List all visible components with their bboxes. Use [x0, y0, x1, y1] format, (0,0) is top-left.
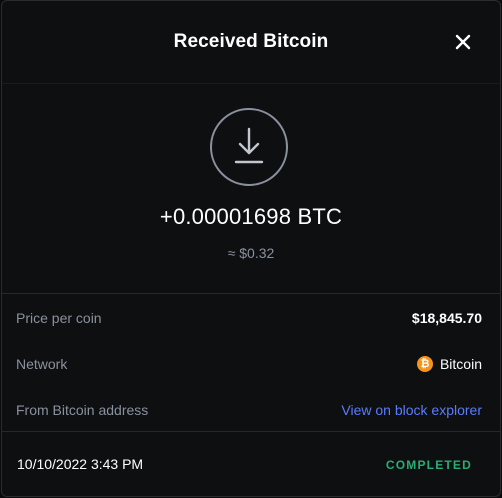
download-icon [210, 108, 288, 186]
footer-divider [2, 431, 500, 432]
modal-title: Received Bitcoin [173, 31, 329, 52]
network-value: Bitcoin [439, 356, 482, 372]
fiat-value: ≈ $0.32 [227, 245, 275, 261]
transaction-datetime: 10/10/2022 3:43 PM [17, 456, 144, 472]
transaction-summary: +0.00001698 BTC ≈ $0.32 [2, 83, 500, 293]
crypto-amount: +0.00001698 BTC [159, 204, 343, 229]
from-address-label: From Bitcoin address [16, 402, 149, 418]
bitcoin-icon: ₿ [416, 356, 433, 372]
summary-divider [2, 293, 500, 294]
transaction-detail-modal: Received Bitcoin +0.00001698 BTC ≈ $0.32… [1, 0, 501, 497]
close-icon [455, 34, 471, 50]
network-row: Network ₿ Bitcoin [2, 341, 500, 387]
modal-header: Received Bitcoin [2, 1, 500, 83]
status-badge: COMPLETED [385, 458, 472, 472]
block-explorer-link[interactable]: View on block explorer [341, 402, 482, 418]
close-button[interactable] [452, 31, 474, 53]
price-per-coin-row: Price per coin $18,845.70 [2, 295, 500, 341]
price-per-coin-label: Price per coin [16, 310, 102, 326]
network-value-group: ₿ Bitcoin [416, 356, 482, 372]
price-per-coin-value: $18,845.70 [411, 310, 482, 326]
from-address-row: From Bitcoin address View on block explo… [2, 387, 500, 433]
network-label: Network [16, 356, 68, 372]
